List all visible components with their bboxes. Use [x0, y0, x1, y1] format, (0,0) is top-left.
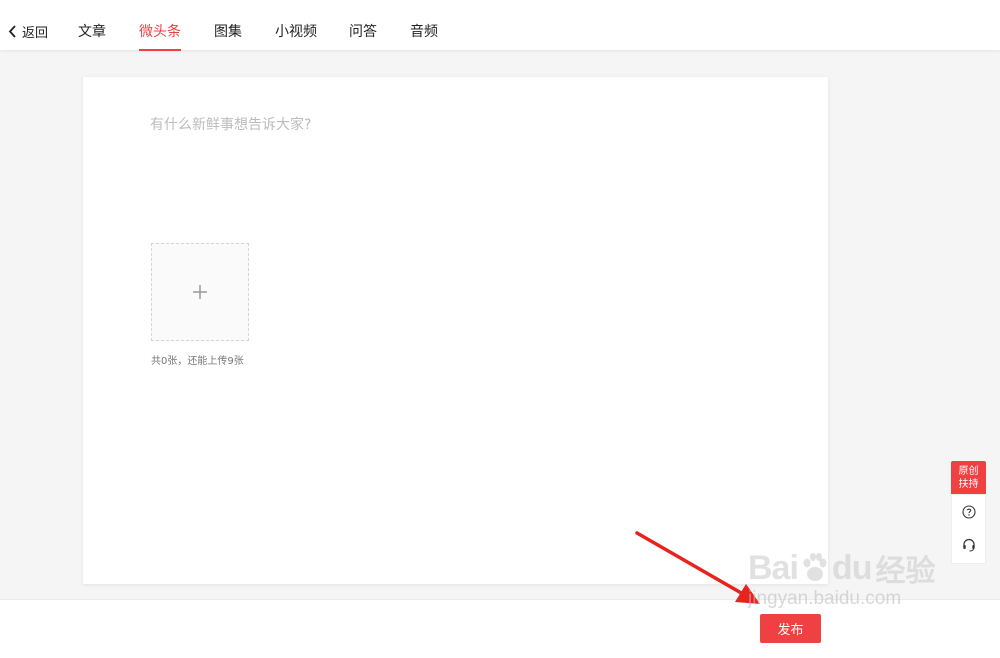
customer-service-icon[interactable]: [961, 537, 977, 553]
tab-short-video[interactable]: 小视频: [275, 22, 317, 42]
side-tools-box: [951, 494, 986, 564]
top-navigation-bar: 返回 文章 微头条 图集 小视频 问答 音频: [0, 0, 1000, 51]
tab-qa[interactable]: 问答: [349, 22, 377, 42]
upload-count-hint: 共0张，还能上传9张: [151, 356, 244, 367]
original-support-line1: 原创: [958, 465, 979, 477]
image-upload-button[interactable]: [151, 243, 249, 341]
bottom-action-bar: 发布: [0, 599, 1000, 658]
post-text-input[interactable]: 有什么新鲜事想告诉大家?: [150, 114, 311, 134]
plus-icon: [193, 285, 207, 299]
tab-article[interactable]: 文章: [78, 22, 106, 42]
tab-gallery[interactable]: 图集: [214, 22, 242, 42]
tab-micro-headline[interactable]: 微头条: [139, 22, 181, 51]
help-icon[interactable]: [961, 504, 977, 520]
original-support-button[interactable]: 原创 扶持: [951, 461, 986, 494]
back-label: 返回: [22, 26, 49, 41]
watermark-brand-2: du: [831, 548, 873, 587]
side-toolbar: 原创 扶持: [951, 461, 986, 564]
tab-audio[interactable]: 音频: [410, 22, 438, 42]
back-button[interactable]: 返回: [8, 22, 48, 41]
chevron-left-icon: [8, 25, 16, 38]
publish-button[interactable]: 发布: [760, 614, 821, 643]
post-editor-card: 有什么新鲜事想告诉大家? 共0张，还能上传9张: [83, 77, 828, 584]
original-support-line2: 扶持: [958, 478, 979, 490]
watermark-cn: 经验: [875, 554, 936, 589]
